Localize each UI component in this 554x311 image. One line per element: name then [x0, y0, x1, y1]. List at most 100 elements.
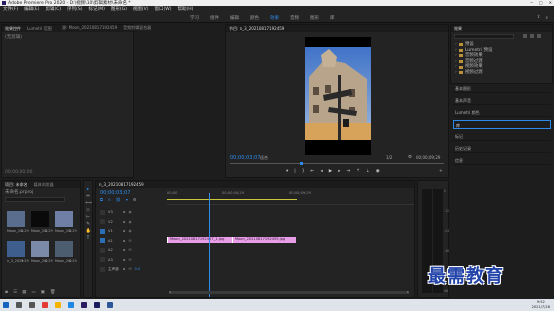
ripple-edit-tool-icon[interactable]: ⟺ [86, 201, 92, 206]
target-toggle[interactable] [100, 247, 105, 253]
panel-section-tab[interactable]: 历史记录 [453, 144, 551, 153]
eye-icon[interactable]: M [128, 248, 131, 252]
lock-icon[interactable]: ▪ [123, 210, 125, 214]
media-thumbnail[interactable] [7, 211, 25, 227]
eye-icon[interactable]: M [128, 267, 131, 271]
list-view-icon[interactable]: ☰ [13, 290, 17, 295]
target-toggle[interactable] [100, 266, 105, 272]
eye-icon[interactable]: ◉ [128, 210, 131, 214]
panel-section-tab[interactable]: Lumetri 颜色 [453, 108, 551, 117]
master-volume-value[interactable]: 0.0 [135, 267, 141, 271]
eye-icon[interactable]: M [128, 258, 131, 262]
workspace-tab[interactable]: 组件 [210, 15, 219, 21]
timeline-playhead[interactable] [209, 193, 210, 297]
selection-tool-icon[interactable]: ▸ [86, 187, 91, 192]
eye-icon[interactable]: ◉ [128, 229, 131, 233]
export-frame-icon[interactable]: ◉ [376, 169, 380, 174]
type-tool-icon[interactable]: T [86, 236, 91, 241]
nest-icon[interactable]: ⧉ [100, 197, 103, 202]
target-toggle[interactable] [100, 219, 105, 224]
effects-folder[interactable]: › 视频过渡 [455, 70, 493, 76]
edge-icon[interactable] [68, 302, 74, 308]
add-marker-icon[interactable]: ▾ [126, 197, 128, 202]
mark-clip-icon[interactable]: } [302, 169, 305, 174]
media-thumbnail[interactable] [31, 241, 49, 257]
premiere-icon[interactable] [81, 302, 87, 308]
wrench-icon[interactable]: ⚙ [133, 197, 137, 202]
effects-search-input[interactable] [454, 34, 514, 39]
trash-icon[interactable]: 🗑 [50, 290, 56, 295]
media-encoder-icon[interactable] [94, 302, 100, 308]
goto-in-icon[interactable]: ⇤ [311, 169, 315, 174]
step-back-icon[interactable]: ◂ [320, 169, 322, 174]
start-icon[interactable] [3, 302, 9, 308]
tab-source[interactable]: 源: Moon_20210817192459 [62, 25, 117, 31]
target-toggle[interactable] [100, 257, 105, 262]
close-button[interactable]: ✕ [549, 0, 552, 5]
workspace-tab[interactable]: 编辑 [230, 15, 239, 21]
scrub-bar[interactable] [230, 163, 444, 164]
mark-out-icon[interactable]: | [294, 169, 296, 174]
32bit-filter-icon[interactable] [530, 34, 534, 38]
workspace-tab[interactable]: 效果 [270, 15, 279, 21]
hand-tool-icon[interactable]: ✋ [86, 229, 92, 234]
search-icon[interactable]: ⌕ [545, 15, 548, 21]
lock-icon[interactable]: ▪ [123, 258, 125, 262]
target-toggle[interactable] [100, 209, 105, 215]
add-button-icon[interactable]: + [439, 169, 443, 174]
timeline-clip[interactable]: Moon_20210817192459.jpg [232, 237, 296, 243]
tab-audio-clip-mixer[interactable]: 音频剪辑混合器 [123, 25, 151, 31]
workspace-tab[interactable]: 库 [330, 15, 335, 21]
time-ruler[interactable]: 00;00 00;00;04;29 00;00;09;29 [167, 189, 414, 205]
media-thumbnail[interactable] [55, 211, 73, 227]
play-icon[interactable]: ▶ [329, 169, 332, 174]
snap-icon[interactable]: ∩ [108, 197, 111, 202]
media-thumbnail[interactable] [31, 211, 49, 227]
lock-icon[interactable]: ▪ [123, 220, 125, 224]
lock-icon[interactable]: ▪ [5, 290, 8, 295]
tab-sequence[interactable]: n_3_20210817192459 [99, 182, 144, 187]
workspace-tab[interactable]: 学习 [190, 15, 199, 21]
panel-section-tab[interactable]: 基本图形 [453, 84, 551, 93]
slip-tool-icon[interactable]: ⊢ [86, 215, 91, 220]
lock-icon[interactable]: ▪ [123, 229, 125, 233]
media-thumbnail[interactable] [55, 241, 73, 257]
target-toggle[interactable] [100, 238, 105, 243]
taskview-icon[interactable] [29, 302, 35, 308]
workspace-tab[interactable]: 图形 [310, 15, 319, 21]
quality-dropdown[interactable]: 1/2 [386, 155, 392, 160]
eye-icon[interactable]: M [128, 239, 131, 243]
track-select-tool-icon[interactable]: ⇔ [86, 194, 91, 199]
panel-section-tab[interactable]: 标记 [453, 132, 551, 141]
icon-view-icon[interactable]: ▦ [22, 290, 26, 295]
media-thumbnail[interactable] [7, 241, 25, 257]
panel-section-tab[interactable]: 库 [453, 120, 551, 129]
wrench-icon[interactable]: ⚙ [408, 155, 412, 160]
panel-section-tab[interactable]: 基本声音 [453, 96, 551, 105]
workspace-tab[interactable]: 音频 [290, 15, 299, 21]
project-search-input[interactable] [5, 197, 65, 202]
system-clock[interactable]: 9:52 2021/7/28 [532, 300, 550, 309]
tab-effect-controls[interactable]: 效果控件 [5, 26, 21, 32]
extract-icon[interactable]: ⇣ [366, 169, 370, 174]
playhead-marker[interactable] [300, 162, 303, 165]
scroll-left-icon[interactable]: ◂ [169, 290, 171, 294]
yuv-filter-icon[interactable] [537, 34, 541, 38]
work-area-bar[interactable] [167, 199, 297, 200]
lift-icon[interactable]: ⇡ [356, 169, 360, 174]
maximize-button[interactable]: □ [539, 0, 543, 5]
eye-icon[interactable]: ◉ [128, 220, 131, 224]
share-icon[interactable]: ⇪ [537, 15, 541, 21]
minimize-button[interactable]: ─ [530, 0, 532, 5]
linked-selection-icon[interactable]: ⛓ [116, 197, 121, 202]
step-forward-icon[interactable]: ▸ [338, 169, 340, 174]
tab-program[interactable]: 节目: n_3_20210817192459 [229, 26, 284, 32]
tab-project[interactable]: 项目: 未命名 [5, 182, 28, 188]
workspace-tab[interactable]: 颜色 [250, 15, 259, 21]
lock-icon[interactable]: ▪ [123, 267, 125, 271]
panel-section-tab[interactable]: 信息 [453, 156, 551, 165]
tab-lumetri-scopes[interactable]: Lumetri 范围 [27, 26, 52, 32]
search-icon[interactable] [16, 302, 22, 308]
fit-dropdown[interactable]: 适合 [260, 155, 268, 161]
track-area[interactable]: Moon_20210817192457_1.jpg Moon_202108171… [167, 206, 414, 274]
